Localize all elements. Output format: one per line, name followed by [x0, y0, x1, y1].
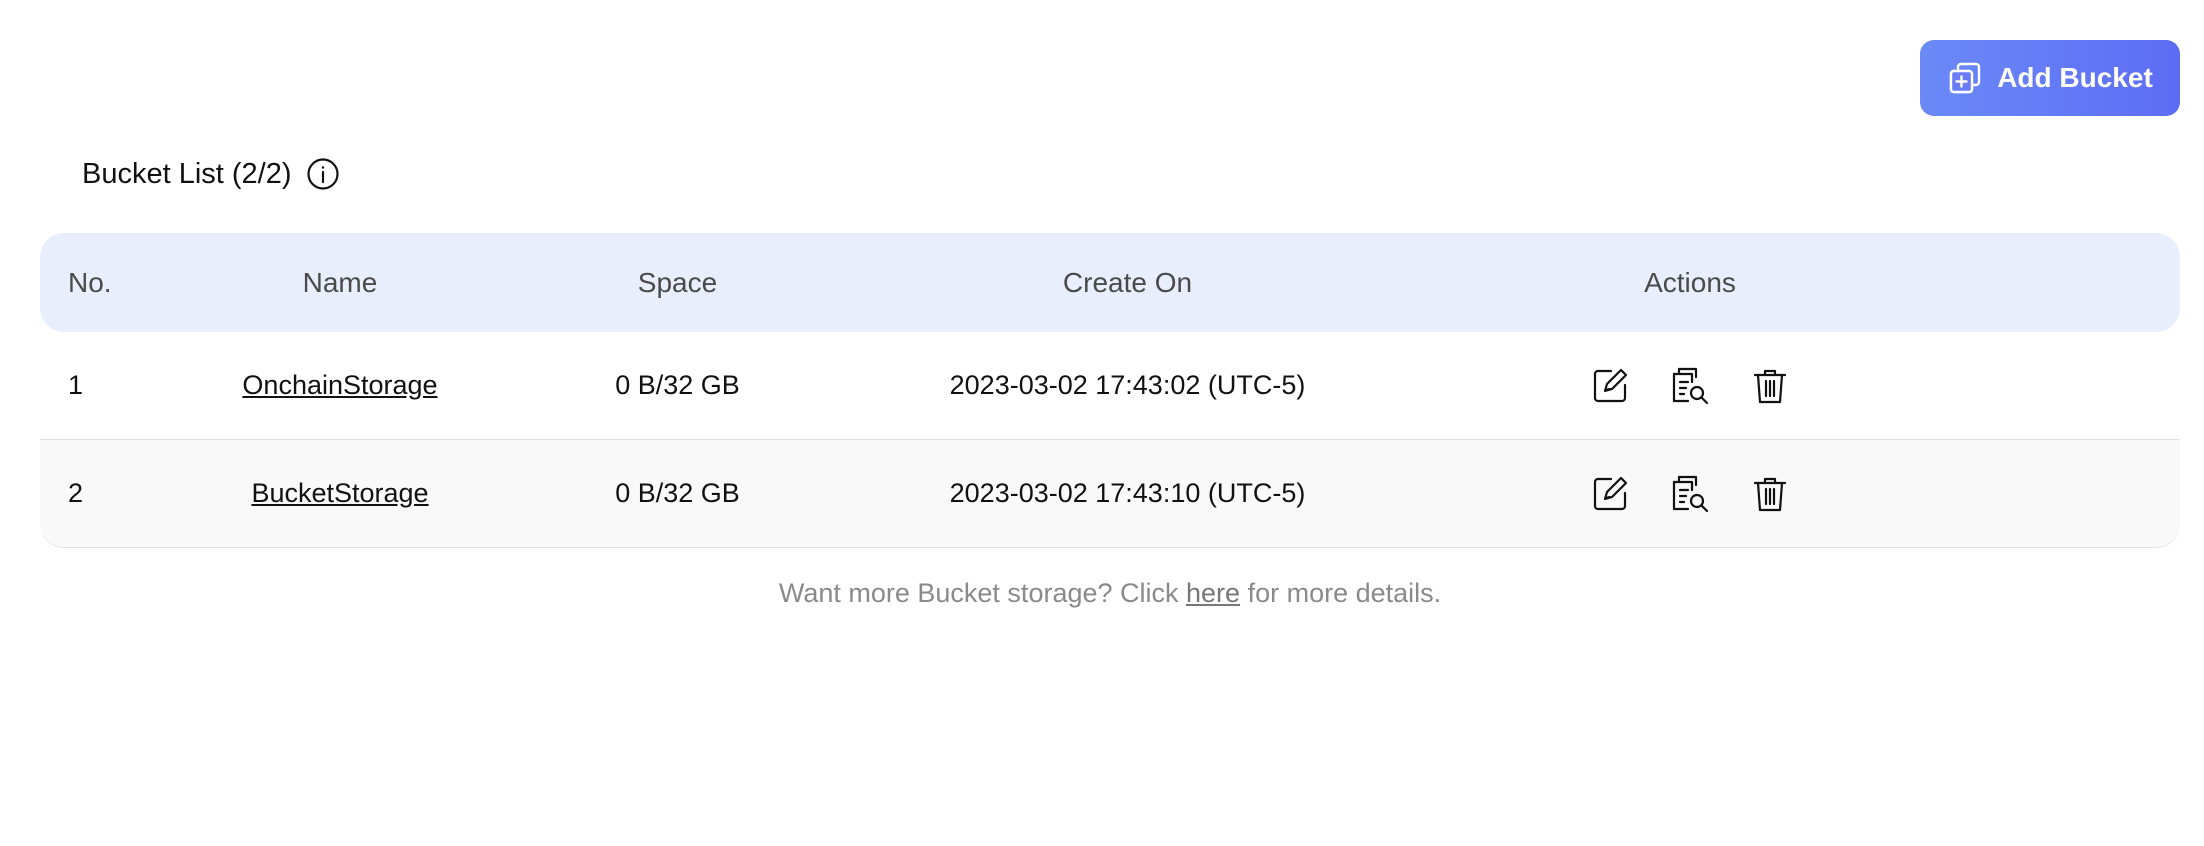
- trash-icon[interactable]: [1750, 366, 1790, 406]
- more-details-link[interactable]: here: [1186, 578, 1240, 608]
- add-bucket-label: Add Bucket: [1997, 62, 2153, 93]
- file-search-icon[interactable]: [1670, 474, 1710, 514]
- page-title: Bucket List (2/2): [82, 157, 292, 190]
- footnote-text-after: for more details.: [1240, 578, 1442, 608]
- bucket-table: No. Name Space Create On Actions 1 Oncha…: [40, 233, 2180, 548]
- add-bucket-button[interactable]: Add Bucket: [1920, 40, 2180, 116]
- table-row: 2 BucketStorage 0 B/32 GB 2023-03-02 17:…: [40, 440, 2180, 548]
- info-icon[interactable]: [306, 157, 340, 191]
- footnote-text-before: Want more Bucket storage? Click: [778, 578, 1187, 608]
- bucket-name-link[interactable]: OnchainStorage: [242, 370, 437, 400]
- row-actions: [1410, 366, 1970, 406]
- add-bucket-icon: [1947, 60, 1983, 96]
- bucket-name-cell: OnchainStorage: [40, 370, 510, 401]
- bucket-created: 2023-03-02 17:43:10 (UTC-5): [949, 478, 1306, 508]
- bucket-space: 0 B/32 GB: [615, 478, 740, 508]
- column-header-space: Space: [637, 266, 718, 298]
- row-actions: [1410, 474, 1970, 514]
- column-header-create-on: Create On: [1062, 266, 1193, 298]
- edit-icon[interactable]: [1590, 474, 1630, 514]
- edit-icon[interactable]: [1590, 366, 1630, 406]
- bucket-name-cell: BucketStorage: [40, 478, 510, 509]
- column-header-actions: Actions: [1644, 266, 1736, 298]
- table-header: No. Name Space Create On Actions: [40, 233, 2180, 332]
- trash-icon[interactable]: [1750, 474, 1790, 514]
- column-header-name: Name: [302, 266, 378, 298]
- bucket-list-page: Add Bucket Bucket List (2/2) No. Name Sp…: [0, 0, 2204, 846]
- bucket-created: 2023-03-02 17:43:02 (UTC-5): [949, 370, 1306, 400]
- bucket-name-link[interactable]: BucketStorage: [251, 478, 428, 508]
- bucket-space: 0 B/32 GB: [615, 370, 740, 400]
- file-search-icon[interactable]: [1670, 366, 1710, 406]
- bucket-list-title: Bucket List (2/2): [82, 157, 340, 191]
- storage-footnote: Want more Bucket storage? Click here for…: [0, 578, 2204, 609]
- table-row: 1 OnchainStorage 0 B/32 GB 2023-03-02 17…: [40, 332, 2180, 440]
